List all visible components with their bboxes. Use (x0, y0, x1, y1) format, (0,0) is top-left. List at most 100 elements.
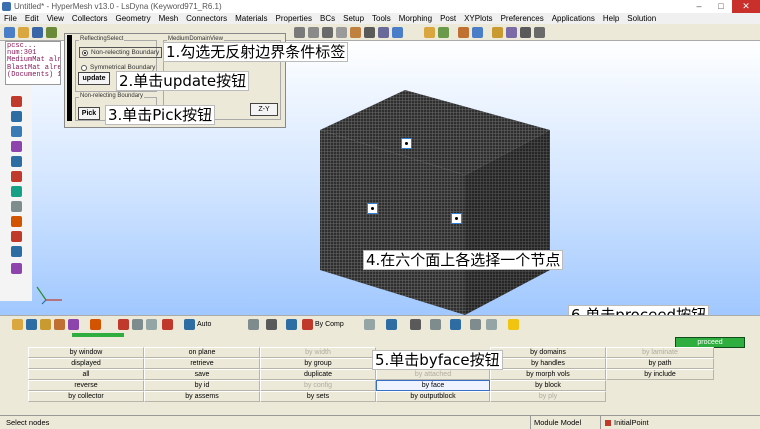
component-icon[interactable] (424, 27, 435, 38)
displayed-button[interactable]: displayed (28, 358, 144, 369)
property-icon[interactable] (472, 27, 483, 38)
by-sets-button[interactable]: by sets (260, 391, 376, 402)
capture-icon[interactable] (486, 319, 497, 330)
load-icon[interactable] (492, 27, 503, 38)
by-morph-vols-button[interactable]: by morph vols (490, 369, 606, 380)
save-button[interactable]: save (144, 369, 260, 380)
by-assems-button[interactable]: by assems (144, 391, 260, 402)
view-cube-icon[interactable] (11, 246, 22, 257)
by-config-button[interactable]: by config (260, 380, 376, 391)
display-icon[interactable] (11, 126, 22, 137)
menu-post[interactable]: Post (436, 13, 460, 24)
by-domains-button[interactable]: by domains (490, 347, 606, 358)
by-width-button[interactable]: by width (260, 347, 376, 358)
transparent-icon[interactable] (11, 186, 22, 197)
import-icon[interactable] (46, 27, 57, 38)
menu-tools[interactable]: Tools (368, 13, 395, 24)
reverse-button[interactable]: reverse (28, 380, 144, 391)
box-icon[interactable] (386, 319, 397, 330)
on-plane-button[interactable]: on plane (144, 347, 260, 358)
tag-icon[interactable] (90, 319, 101, 330)
command-console[interactable]: pcsc... num:301 MediumMat alre BlastMat … (5, 41, 61, 85)
selected-node-marker[interactable] (367, 203, 378, 214)
unmask-icon[interactable] (146, 319, 157, 330)
symmetrical-radio[interactable]: Symmetrical Boundary (81, 64, 155, 71)
screen-icon[interactable] (470, 319, 481, 330)
group-icon[interactable] (54, 319, 65, 330)
minimize-button[interactable]: – (688, 0, 710, 13)
mask-icon[interactable] (11, 111, 22, 122)
retrieve-button[interactable]: retrieve (144, 358, 260, 369)
menu-help[interactable]: Help (599, 13, 623, 24)
arrow-icon[interactable] (364, 27, 375, 38)
menu-applications[interactable]: Applications (548, 13, 599, 24)
menu-solution[interactable]: Solution (623, 13, 660, 24)
by-id-button[interactable]: by id (144, 380, 260, 391)
layers-icon[interactable] (11, 263, 22, 274)
assembly-icon[interactable] (438, 27, 449, 38)
zoom-window-icon[interactable] (308, 27, 319, 38)
select-icon[interactable] (11, 216, 22, 227)
iso-view-icon[interactable] (392, 27, 403, 38)
grid-icon[interactable] (364, 319, 375, 330)
menu-preferences[interactable]: Preferences (497, 13, 548, 24)
duplicate-button[interactable]: duplicate (260, 369, 376, 380)
mesh-cube[interactable] (315, 85, 555, 320)
menu-connectors[interactable]: Connectors (182, 13, 231, 24)
rotate-icon[interactable] (336, 27, 347, 38)
all-button[interactable]: all (28, 369, 144, 380)
star-icon[interactable] (508, 319, 519, 330)
menu-file[interactable]: File (0, 13, 21, 24)
color-icon[interactable] (162, 319, 173, 330)
shrink-icon[interactable] (430, 319, 441, 330)
bycomp-color-icon[interactable] (302, 319, 313, 330)
by-include-button[interactable]: by include (606, 369, 714, 380)
bycomp-select[interactable]: By Comp (315, 319, 344, 330)
selected-node-marker[interactable] (451, 213, 462, 224)
shade-icon[interactable] (184, 319, 195, 330)
pan-icon[interactable] (350, 27, 361, 38)
view-icon[interactable] (378, 27, 389, 38)
menu-morphing[interactable]: Morphing (395, 13, 436, 24)
layer-icon[interactable] (450, 319, 461, 330)
menu-xyplots[interactable]: XYPlots (460, 13, 496, 24)
marker-icon[interactable] (11, 231, 22, 242)
maximize-button[interactable]: □ (710, 0, 732, 13)
menu-view[interactable]: View (43, 13, 68, 24)
folder-icon[interactable] (40, 319, 51, 330)
line-icon[interactable] (410, 319, 421, 330)
solid-icon[interactable] (286, 319, 297, 330)
new-file-icon[interactable] (4, 27, 15, 38)
menu-properties[interactable]: Properties (272, 13, 316, 24)
style-icon[interactable] (266, 319, 277, 330)
menu-collectors[interactable]: Collectors (68, 13, 112, 24)
contour-icon[interactable] (248, 319, 259, 330)
menu-edit[interactable]: Edit (21, 13, 43, 24)
menu-setup[interactable]: Setup (339, 13, 368, 24)
pick-button[interactable]: Pick (78, 107, 100, 120)
wire-icon[interactable] (11, 171, 22, 182)
save-file-icon[interactable] (32, 27, 43, 38)
menu-geometry[interactable]: Geometry (111, 13, 154, 24)
menu-mesh[interactable]: Mesh (155, 13, 183, 24)
close-button[interactable]: ✕ (732, 0, 760, 13)
material-icon[interactable] (458, 27, 469, 38)
menu-materials[interactable]: Materials (231, 13, 271, 24)
find-icon[interactable] (11, 141, 22, 152)
open-file-icon[interactable] (18, 27, 29, 38)
panel-handle[interactable] (67, 35, 72, 121)
by-outputblock-button[interactable]: by outputblock (376, 391, 490, 402)
load-col-icon[interactable] (68, 319, 79, 330)
auto-select[interactable]: Auto (197, 319, 211, 330)
nonreflecting-radio[interactable]: Non-relecting Boundary (79, 47, 163, 58)
by-collector-button[interactable]: by collector (28, 391, 144, 402)
by-handles-button[interactable]: by handles (490, 358, 606, 369)
mask-toggle-icon[interactable] (132, 319, 143, 330)
by-laminate-button[interactable]: by laminate (606, 347, 714, 358)
shaded-icon[interactable] (11, 156, 22, 167)
by-attached-button[interactable]: by attached (376, 369, 490, 380)
delete-icon[interactable] (118, 319, 129, 330)
fit-icon[interactable] (322, 27, 333, 38)
id-icon[interactable] (11, 201, 22, 212)
sigma-icon[interactable] (520, 27, 531, 38)
